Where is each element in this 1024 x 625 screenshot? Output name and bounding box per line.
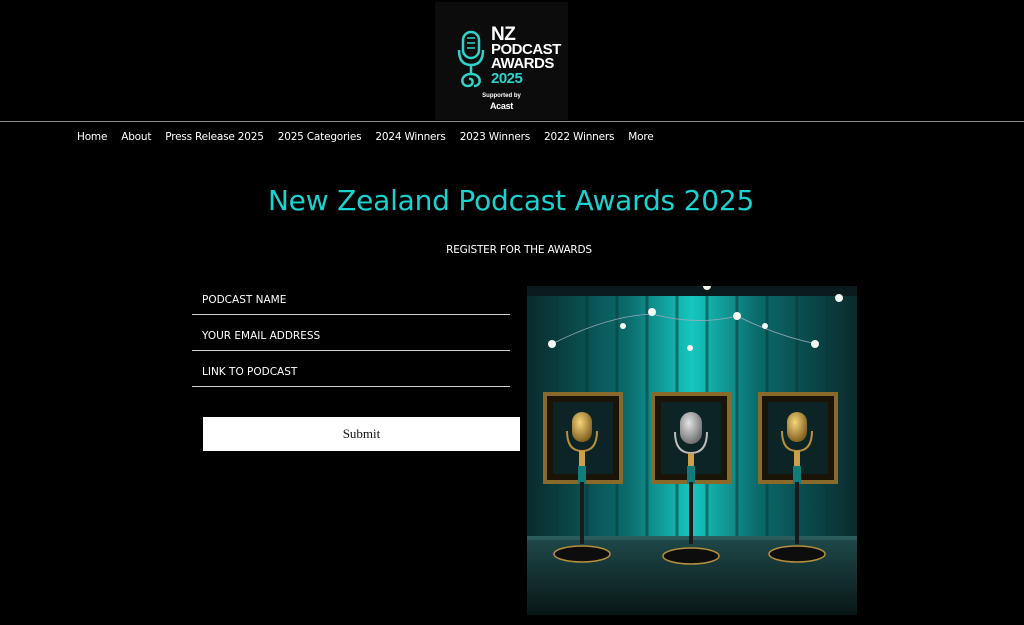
podcast-link-field-wrapper xyxy=(192,358,510,387)
nav-item-2022-winners[interactable]: 2022 Winners xyxy=(544,131,614,143)
microphone-icon xyxy=(457,30,485,88)
logo-line-awards: AWARDS xyxy=(491,55,554,72)
submit-button[interactable]: Submit xyxy=(203,417,520,451)
page: NZ PODCAST AWARDS 2025 Supported by Acas… xyxy=(0,0,1024,625)
logo-line-year: 2025 xyxy=(491,70,523,87)
nav-item-2023-winners[interactable]: 2023 Winners xyxy=(460,131,530,143)
logo-wordmark: NZ PODCAST AWARDS 2025 xyxy=(491,25,561,87)
podcast-name-input[interactable] xyxy=(200,286,504,314)
awards-stage-image xyxy=(527,286,857,615)
nav-item-2024-winners[interactable]: 2024 Winners xyxy=(375,131,445,143)
podcast-link-input[interactable] xyxy=(200,358,504,386)
nav-item-about[interactable]: About xyxy=(121,131,151,143)
nav-item-press-release-2025[interactable]: Press Release 2025 xyxy=(165,131,264,143)
email-field-wrapper xyxy=(192,322,510,351)
site-logo[interactable]: NZ PODCAST AWARDS 2025 Supported by Acas… xyxy=(435,2,568,120)
page-subtitle: REGISTER FOR THE AWARDS xyxy=(446,244,592,256)
podcast-name-field-wrapper xyxy=(192,286,510,315)
logo-supported-by: Supported by xyxy=(482,93,521,99)
nav-item-2025-categories[interactable]: 2025 Categories xyxy=(278,131,362,143)
logo-sponsor: Acast xyxy=(489,101,513,111)
email-input[interactable] xyxy=(200,322,504,350)
header-divider xyxy=(0,121,1024,122)
page-title: New Zealand Podcast Awards 2025 xyxy=(267,184,755,217)
nav-item-more[interactable]: More xyxy=(628,131,653,143)
nav-item-home[interactable]: Home xyxy=(77,131,107,143)
main-nav: Home About Press Release 2025 2025 Categ… xyxy=(77,131,668,143)
